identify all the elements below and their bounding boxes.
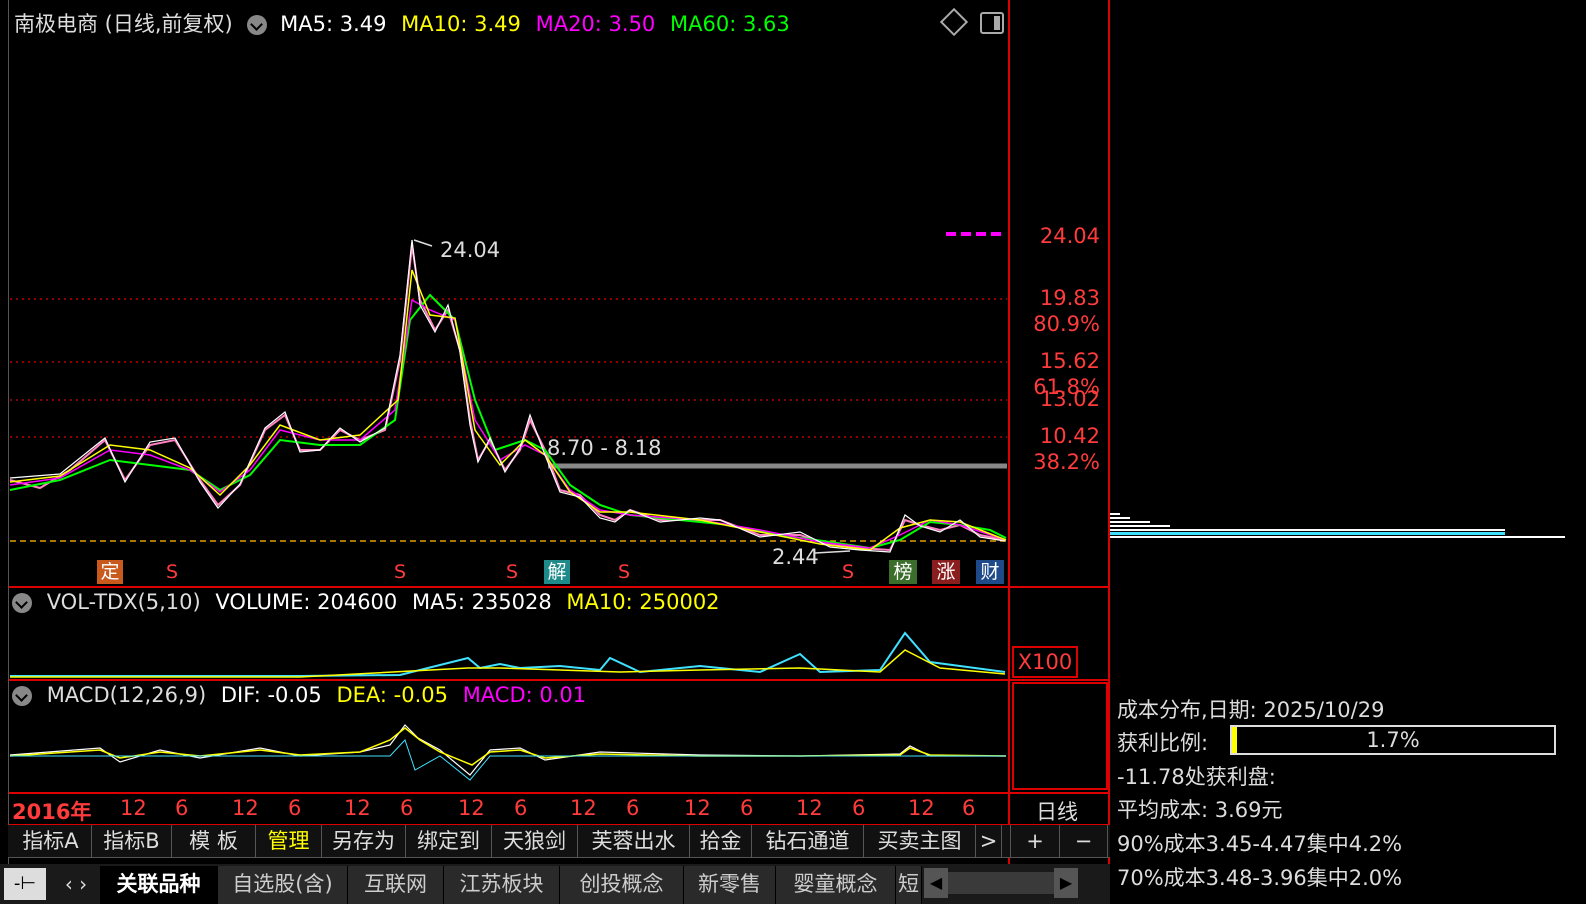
time-tick: 12 bbox=[796, 796, 823, 820]
time-axis-year: 2016年 bbox=[12, 800, 92, 824]
time-tick: 6 bbox=[626, 796, 640, 820]
profit-label: 获利比例: bbox=[1117, 731, 1209, 755]
axis-label-24: 24.04 bbox=[1039, 224, 1100, 248]
cost-title: 成本分布,日期: 2025/10/29 bbox=[1117, 698, 1385, 722]
zoom-out-button[interactable]: − bbox=[1060, 825, 1108, 857]
price-candles-series bbox=[9, 244, 1006, 552]
time-tick: 6 bbox=[962, 796, 976, 820]
price-chart[interactable] bbox=[0, 0, 1110, 586]
axis-label-15: 15.62 bbox=[1039, 349, 1100, 373]
low-pointer bbox=[814, 550, 851, 554]
event-badge-s[interactable]: S bbox=[160, 560, 184, 584]
toolbar-diamond-channel[interactable]: 钻石通道 bbox=[752, 825, 864, 857]
volume-chart[interactable] bbox=[0, 588, 1008, 680]
toolbar-bind-to[interactable]: 绑定到 bbox=[406, 825, 492, 857]
time-tick: 6 bbox=[740, 796, 754, 820]
tab-jiangsu[interactable]: 江苏板块 bbox=[444, 866, 560, 904]
time-tick: 6 bbox=[175, 796, 189, 820]
toolbar-indicator-b[interactable]: 指标B bbox=[92, 825, 172, 857]
event-badge-zhang[interactable]: 涨 bbox=[932, 560, 960, 584]
toolbar-tianlangjian[interactable]: 天狼剑 bbox=[492, 825, 578, 857]
toolbar-template[interactable]: 模 板 bbox=[172, 825, 256, 857]
toolbar-furongchushui[interactable]: 芙蓉出水 bbox=[578, 825, 690, 857]
toolbar-more-button[interactable]: > bbox=[976, 825, 1002, 857]
macd-chart[interactable] bbox=[0, 680, 1008, 792]
tab-related-stocks[interactable]: 关联品种 bbox=[100, 866, 218, 904]
high-annotation: 24.04 bbox=[440, 238, 501, 262]
ma20-series bbox=[9, 298, 1007, 549]
macd-histogram-series bbox=[10, 739, 1006, 781]
period-label[interactable]: 日线 bbox=[1036, 796, 1078, 826]
time-tick: 12 bbox=[344, 796, 371, 820]
time-tick: 6 bbox=[400, 796, 414, 820]
axis-label-382: 38.2% bbox=[1033, 450, 1100, 474]
time-tick: 12 bbox=[908, 796, 935, 820]
profit-ratio-value: 1.7% bbox=[1366, 728, 1420, 752]
ma60-series bbox=[9, 293, 1007, 550]
range-annotation: 8.70 - 8.18 bbox=[547, 436, 662, 460]
axis-label-809: 80.9% bbox=[1033, 312, 1100, 336]
tab-scroll-arrows-icon[interactable]: ‹ › bbox=[52, 868, 100, 900]
tab-watchlist[interactable]: 自选股(含) bbox=[218, 866, 348, 904]
tab-baby[interactable]: 婴童概念 bbox=[776, 866, 896, 904]
scroll-right-icon[interactable]: ▶ bbox=[1054, 868, 1078, 898]
toolbar-trade-main[interactable]: 买卖主图 bbox=[864, 825, 976, 857]
time-axis: 2016年 12 6 12 6 12 6 12 6 12 6 12 6 12 6… bbox=[0, 794, 1008, 824]
toolbar-shijin[interactable]: 拾金 bbox=[690, 825, 752, 857]
time-tick: 12 bbox=[684, 796, 711, 820]
time-tick: 6 bbox=[288, 796, 302, 820]
axis-label-10: 10.42 bbox=[1039, 424, 1100, 448]
scroll-left-icon[interactable]: ◀ bbox=[924, 868, 948, 898]
toolbar-save-as[interactable]: 另存为 bbox=[322, 825, 406, 857]
volume-ma-series bbox=[10, 649, 1006, 678]
event-badge-bang[interactable]: 榜 bbox=[889, 560, 917, 584]
toolbar-indicator-a[interactable]: 指标A bbox=[10, 825, 92, 857]
high-pointer bbox=[413, 239, 433, 247]
event-badge-cai[interactable]: 财 bbox=[976, 560, 1004, 584]
average-cost: 平均成本: 3.69元 bbox=[1117, 798, 1283, 822]
time-tick: 6 bbox=[514, 796, 528, 820]
volume-unit-badge: X100 bbox=[1012, 646, 1078, 678]
profit-ratio-bar: 1.7% bbox=[1230, 725, 1556, 755]
macd-axis-box bbox=[1012, 682, 1108, 790]
time-tick: 12 bbox=[570, 796, 597, 820]
volume-bars-series bbox=[10, 631, 1006, 677]
time-tick: 12 bbox=[120, 796, 147, 820]
cost-90: 90%成本3.45-4.47集中4.2% bbox=[1117, 832, 1403, 856]
toolbar-manage[interactable]: 管理 bbox=[256, 825, 322, 857]
axis-label-19: 19.83 bbox=[1039, 286, 1100, 310]
macd-dea-series bbox=[9, 727, 1007, 766]
event-badge-s[interactable]: S bbox=[836, 560, 860, 584]
event-badge-jie[interactable]: 解 bbox=[544, 560, 570, 584]
low-annotation: 2.44 bbox=[772, 545, 819, 569]
tab-short[interactable]: 短 bbox=[896, 866, 922, 904]
event-badge-s[interactable]: S bbox=[500, 560, 524, 584]
tab-venture[interactable]: 创投概念 bbox=[560, 866, 684, 904]
zoom-in-button[interactable]: + bbox=[1010, 825, 1060, 857]
time-tick: 12 bbox=[232, 796, 259, 820]
tab-new-retail[interactable]: 新零售 bbox=[684, 866, 776, 904]
ma10-series bbox=[9, 269, 1007, 551]
macd-dif-series bbox=[9, 724, 1006, 776]
event-badge-s[interactable]: S bbox=[388, 560, 412, 584]
cost-distribution-chart bbox=[1110, 513, 1565, 538]
pin-icon[interactable]: -⊢ bbox=[4, 868, 46, 900]
axis-label-13: 13.02 bbox=[1039, 387, 1100, 411]
fib-lines bbox=[10, 298, 1007, 438]
tab-internet[interactable]: 互联网 bbox=[348, 866, 444, 904]
event-badge-s[interactable]: S bbox=[612, 560, 636, 584]
ma5-series bbox=[9, 239, 1006, 553]
time-tick: 12 bbox=[458, 796, 485, 820]
event-badge-ding[interactable]: 定 bbox=[97, 560, 123, 584]
time-tick: 6 bbox=[852, 796, 866, 820]
profit-position: -11.78处获利盘: bbox=[1117, 765, 1276, 789]
tab-scrollbar[interactable] bbox=[948, 872, 1054, 894]
cost-70: 70%成本3.48-3.96集中2.0% bbox=[1117, 866, 1403, 890]
